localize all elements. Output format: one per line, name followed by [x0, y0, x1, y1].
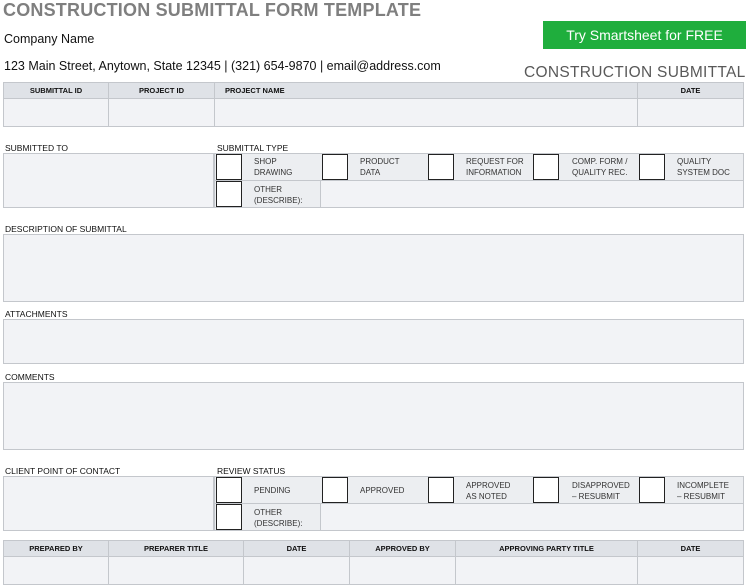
- shop-drawing-checkbox[interactable]: [216, 154, 242, 180]
- review-status-label: REVIEW STATUS: [217, 466, 286, 476]
- client-contact-field[interactable]: [3, 476, 214, 531]
- submittal-other-checkbox[interactable]: [216, 181, 242, 207]
- comp-form-checkbox[interactable]: [533, 154, 559, 180]
- review-other-checkbox[interactable]: [216, 504, 242, 530]
- header-prepared-date: DATE: [243, 540, 350, 557]
- review-other-field[interactable]: [320, 503, 744, 531]
- disapproved-checkbox[interactable]: [533, 477, 559, 503]
- submitted-to-field[interactable]: [3, 153, 214, 208]
- comments-label: COMMENTS: [5, 372, 55, 382]
- project-id-field[interactable]: [108, 98, 215, 127]
- comp-form-label: COMP. FORM / QUALITY REC.: [572, 157, 628, 177]
- submittal-type-label: SUBMITTAL TYPE: [217, 143, 289, 153]
- product-data-label: PRODUCT DATA: [360, 157, 400, 177]
- approved-as-noted-label: APPROVED AS NOTED: [466, 481, 511, 501]
- review-other-label: OTHER (DESCRIBE):: [254, 508, 303, 528]
- form-subtitle: CONSTRUCTION SUBMITTAL: [524, 64, 746, 81]
- approved-label: APPROVED: [360, 486, 405, 495]
- date-field[interactable]: [637, 98, 744, 127]
- attachments-field[interactable]: [3, 319, 744, 364]
- header-project-id: PROJECT ID: [108, 82, 215, 99]
- header-approved-date: DATE: [637, 540, 744, 557]
- header-date: DATE: [637, 82, 744, 99]
- quality-system-checkbox[interactable]: [639, 154, 665, 180]
- product-data-checkbox[interactable]: [322, 154, 348, 180]
- incomplete-checkbox[interactable]: [639, 477, 665, 503]
- submittal-other-label: OTHER (DESCRIBE):: [254, 185, 303, 205]
- try-smartsheet-button[interactable]: Try Smartsheet for FREE: [543, 21, 746, 49]
- preparer-title-field[interactable]: [108, 556, 244, 585]
- header-preparer-title: PREPARER TITLE: [108, 540, 244, 557]
- disapproved-label: DISAPPROVED – RESUBMIT: [572, 481, 630, 501]
- approving-party-title-field[interactable]: [455, 556, 638, 585]
- quality-system-label: QUALITY SYSTEM DOC: [677, 157, 730, 177]
- header-approved-by: APPROVED BY: [349, 540, 456, 557]
- approved-checkbox[interactable]: [322, 477, 348, 503]
- header-submittal-id: SUBMITTAL ID: [3, 82, 109, 99]
- description-label: DESCRIPTION OF SUBMITTAL: [5, 224, 127, 234]
- attachments-label: ATTACHMENTS: [5, 309, 68, 319]
- incomplete-label: INCOMPLETE – RESUBMIT: [677, 481, 730, 501]
- project-name-field[interactable]: [214, 98, 638, 127]
- page-title: CONSTRUCTION SUBMITTAL FORM TEMPLATE: [3, 0, 422, 20]
- header-prepared-by: PREPARED BY: [3, 540, 109, 557]
- company-name: Company Name: [4, 32, 95, 46]
- prepared-date-field[interactable]: [243, 556, 350, 585]
- prepared-by-field[interactable]: [3, 556, 109, 585]
- header-approving-party-title: APPROVING PARTY TITLE: [455, 540, 638, 557]
- pending-label: PENDING: [254, 486, 291, 495]
- submittal-id-field[interactable]: [3, 98, 109, 127]
- shop-drawing-label: SHOP DRAWING: [254, 157, 293, 177]
- submittal-type-other-field[interactable]: [320, 180, 744, 208]
- submitted-to-label: SUBMITTED TO: [5, 143, 68, 153]
- approved-by-field[interactable]: [349, 556, 456, 585]
- rfi-checkbox[interactable]: [428, 154, 454, 180]
- approved-as-noted-checkbox[interactable]: [428, 477, 454, 503]
- rfi-label: REQUEST FOR INFORMATION: [466, 157, 524, 177]
- approved-date-field[interactable]: [637, 556, 744, 585]
- comments-field[interactable]: [3, 382, 744, 450]
- description-field[interactable]: [3, 234, 744, 302]
- client-contact-label: CLIENT POINT OF CONTACT: [5, 466, 121, 476]
- pending-checkbox[interactable]: [216, 477, 242, 503]
- header-project-name: PROJECT NAME: [214, 82, 638, 99]
- company-address: 123 Main Street, Anytown, State 12345 | …: [4, 59, 441, 73]
